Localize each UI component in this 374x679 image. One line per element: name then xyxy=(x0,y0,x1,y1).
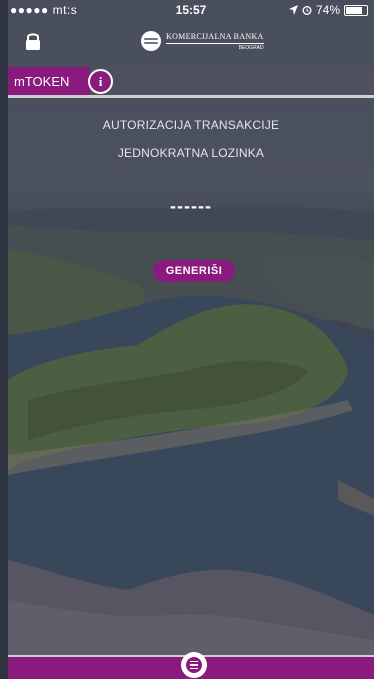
background-landscape xyxy=(8,0,374,679)
battery-percent: 74% xyxy=(315,3,340,17)
info-button[interactable]: i xyxy=(88,69,113,94)
background-tint xyxy=(8,0,374,679)
bank-logo-mark xyxy=(141,31,161,51)
generate-button[interactable]: GENERIŠI xyxy=(153,260,235,282)
page-title: AUTORIZACIJA TRANSAKCIJE xyxy=(102,118,280,132)
lock-icon[interactable] xyxy=(22,30,44,52)
bank-logo-wordmark: KOMERCIJALNA BANKA BEOGRAD xyxy=(166,32,264,51)
menu-icon xyxy=(186,657,202,673)
menu-button[interactable] xyxy=(181,652,207,678)
tab-mtoken-label: mTOKEN xyxy=(14,74,70,89)
info-icon: i xyxy=(98,73,103,89)
tab-divider xyxy=(8,95,374,98)
status-bar: ●●●●● mt:s 15:57 74% xyxy=(8,0,374,20)
bank-name: KOMERCIJALNA BANKA xyxy=(166,32,264,44)
tab-bar: mTOKEN i xyxy=(8,67,374,96)
page-subtitle: JEDNOKRATNA LOZINKA xyxy=(117,146,265,160)
battery-icon xyxy=(344,4,368,16)
app-header: KOMERCIJALNA BANKA BEOGRAD xyxy=(8,20,374,66)
otp-value: ------ xyxy=(170,196,212,216)
tab-mtoken[interactable]: mTOKEN xyxy=(8,67,90,96)
bank-logo: KOMERCIJALNA BANKA BEOGRAD xyxy=(141,30,264,52)
location-arrow-icon xyxy=(288,5,298,15)
alarm-icon xyxy=(302,6,312,15)
bank-subtitle: BEOGRAD xyxy=(238,44,264,51)
status-icons: 74% xyxy=(288,3,368,17)
